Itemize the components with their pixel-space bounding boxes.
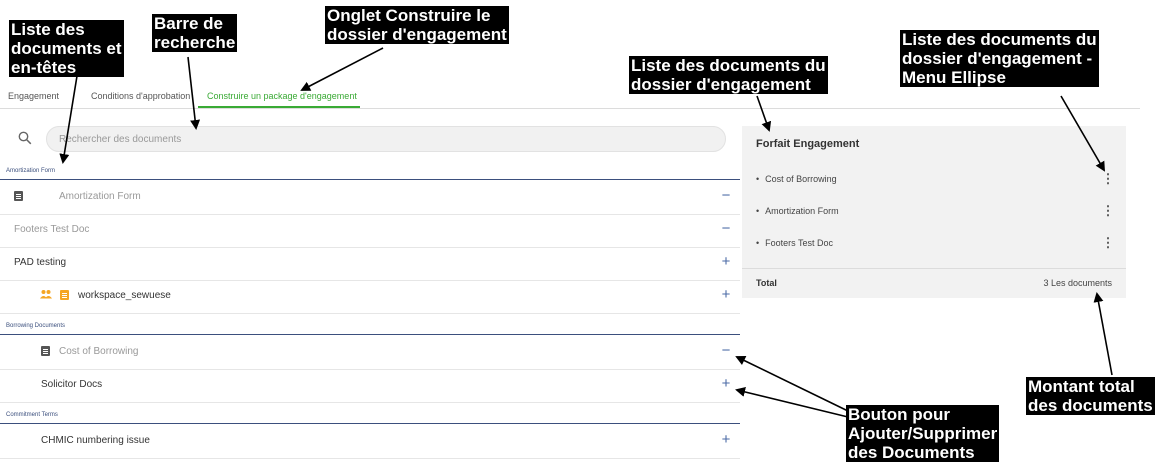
annotation-build-tab: Onglet Construire le dossier d'engagemen… xyxy=(325,6,509,44)
package-item: Cost of Borrowing xyxy=(756,174,837,184)
annotation-ellipsis-menu: Liste des documents du dossier d'engagem… xyxy=(900,30,1099,87)
document-label: Solicitor Docs xyxy=(41,379,103,390)
section-header-amortization-form: Amortization Form xyxy=(0,165,740,180)
list-item-chmic-numbering-issue: CHMIC numbering issue + xyxy=(0,425,740,459)
search-bar xyxy=(18,126,728,152)
tab-engagement[interactable]: Engagement xyxy=(8,91,59,101)
people-icon xyxy=(40,290,52,299)
annotation-doc-list: Liste des documents et en-têtes xyxy=(9,20,124,77)
tab-build-package[interactable]: Construire un package d'engagement xyxy=(207,91,357,101)
list-item-footers-test-doc: Footers Test Doc − xyxy=(0,214,740,248)
add-document-button[interactable]: + xyxy=(716,429,736,451)
tab-conditions-approbation[interactable]: Conditions d'approbation xyxy=(91,91,190,101)
annotation-package-list: Liste des documents du dossier d'engagem… xyxy=(629,56,828,94)
section-header-borrowing-documents: Borrowing Documents xyxy=(0,320,740,335)
package-title: Forfait Engagement xyxy=(756,138,860,150)
document-label: Amortization Form xyxy=(59,191,141,202)
remove-document-button[interactable]: − xyxy=(716,185,736,207)
document-label: Footers Test Doc xyxy=(14,224,90,235)
package-item: Amortization Form xyxy=(756,206,839,216)
add-document-button[interactable]: + xyxy=(716,284,736,306)
tab-bar: Engagement Conditions d'approbation Cons… xyxy=(0,84,1140,109)
total-value: 3 Les documents xyxy=(1043,278,1112,288)
total-label: Total xyxy=(756,278,777,288)
package-item: Footers Test Doc xyxy=(756,238,833,248)
search-input[interactable] xyxy=(46,126,726,152)
document-icon xyxy=(14,191,23,201)
ellipsis-menu-icon[interactable]: ⋮ xyxy=(1100,235,1116,251)
document-icon xyxy=(60,290,69,300)
document-label: workspace_sewuese xyxy=(78,290,171,301)
annotation-total: Montant total des documents xyxy=(1026,377,1155,415)
list-item-solicitor-docs: Solicitor Docs + xyxy=(0,369,740,403)
document-label: PAD testing xyxy=(14,257,67,268)
section-header-label: Commitment Terms xyxy=(6,412,58,418)
ellipsis-menu-icon[interactable]: ⋮ xyxy=(1100,203,1116,219)
list-item-pad-testing: PAD testing + xyxy=(0,247,740,281)
annotation-add-remove: Bouton pour Ajouter/Supprimer des Docume… xyxy=(846,405,1000,462)
document-label: Cost of Borrowing xyxy=(59,346,139,357)
section-header-commitment-terms: Commitment Terms xyxy=(0,409,740,424)
add-document-button[interactable]: + xyxy=(716,373,736,395)
remove-document-button[interactable]: − xyxy=(716,218,736,240)
remove-document-button[interactable]: − xyxy=(716,340,736,362)
list-item-workspace-sewuese: workspace_sewuese + xyxy=(0,280,740,314)
list-item-cost-of-borrowing: Cost of Borrowing − xyxy=(0,336,740,370)
search-icon xyxy=(18,131,32,145)
package-panel: Forfait Engagement Cost of Borrowing Amo… xyxy=(742,126,1126,298)
list-item-amortization-form: Amortization Form − xyxy=(0,181,740,215)
section-header-label: Borrowing Documents xyxy=(6,323,66,329)
add-document-button[interactable]: + xyxy=(716,251,736,273)
annotation-search-bar: Barre de recherche xyxy=(152,14,238,52)
ellipsis-menu-icon[interactable]: ⋮ xyxy=(1100,171,1116,187)
document-icon xyxy=(41,346,50,356)
active-tab-indicator xyxy=(198,106,360,108)
document-label: CHMIC numbering issue xyxy=(41,435,150,446)
section-header-label: Amortization Form xyxy=(6,168,56,174)
panel-divider xyxy=(742,268,1126,269)
